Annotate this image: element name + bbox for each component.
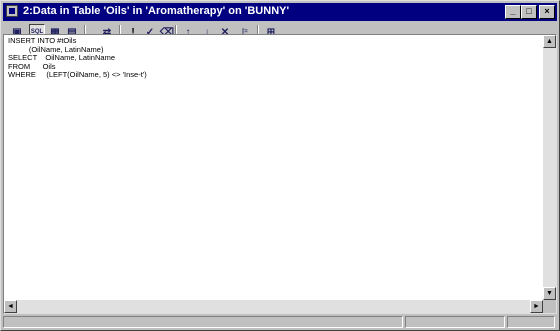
status-bar — [3, 315, 557, 330]
status-panel-2 — [405, 316, 505, 328]
window-app-icon[interactable] — [6, 5, 18, 17]
window-title: 2:Data in Table 'Oils' in 'Aromatherapy'… — [23, 5, 290, 17]
minimize-button[interactable]: _ — [505, 5, 521, 19]
scroll-down-button[interactable]: ▼ — [543, 287, 556, 300]
sql-pane[interactable]: INSERT INTO #tOils (OilName, LatinName) … — [3, 34, 557, 314]
status-panel-3 — [507, 316, 555, 328]
scroll-left-button[interactable]: ◄ — [4, 300, 17, 313]
status-panel-main — [3, 316, 403, 328]
query-designer-window: 2:Data in Table 'Oils' in 'Aromatherapy'… — [0, 0, 560, 331]
scroll-up-button[interactable]: ▲ — [543, 35, 556, 48]
maximize-button[interactable]: □ — [521, 5, 537, 19]
scrollbar-corner — [543, 300, 556, 313]
title-bar[interactable]: 2:Data in Table 'Oils' in 'Aromatherapy'… — [3, 3, 557, 21]
scroll-right-button[interactable]: ► — [530, 300, 543, 313]
close-button[interactable]: × — [539, 5, 555, 19]
vertical-scrollbar[interactable]: ▲ ▼ — [543, 35, 556, 300]
horizontal-scrollbar[interactable]: ◄ ► — [4, 300, 543, 313]
sql-text[interactable]: INSERT INTO #tOils (OilName, LatinName) … — [8, 36, 147, 80]
